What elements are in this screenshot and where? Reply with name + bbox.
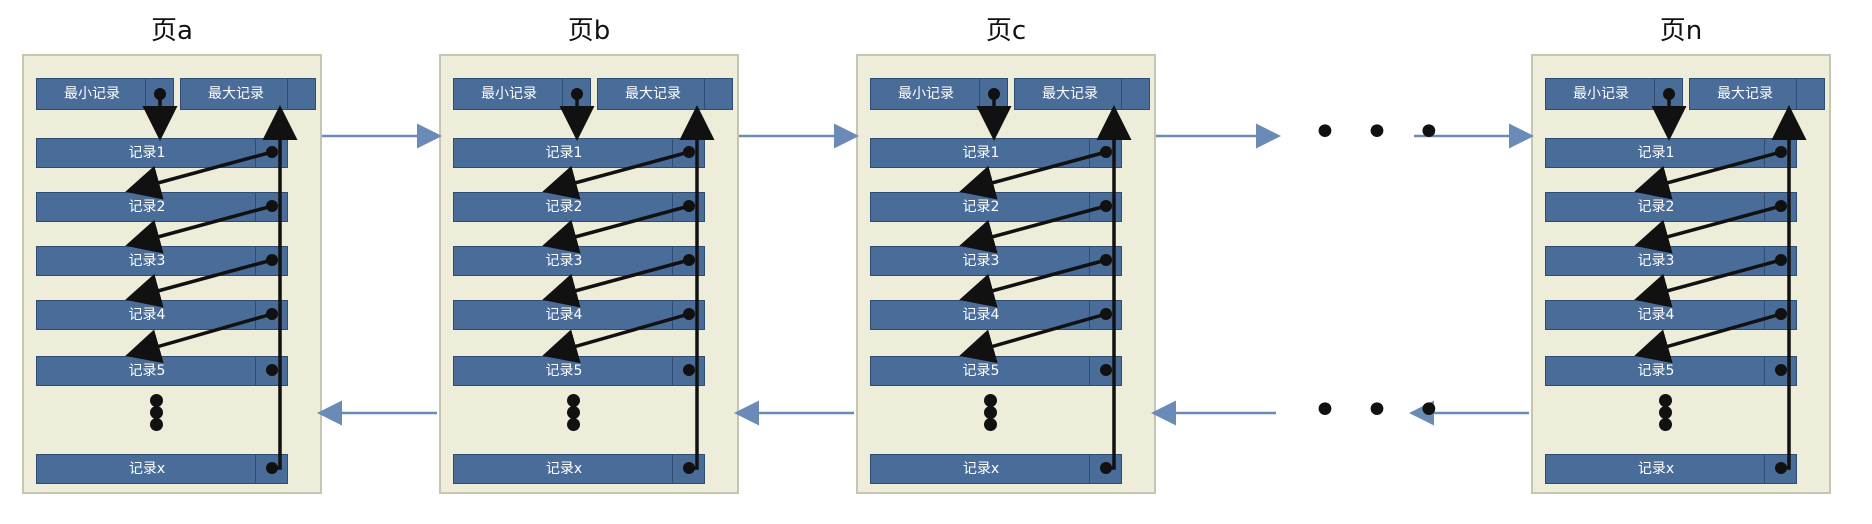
last-to-max-arrow — [1771, 105, 1807, 470]
connector-layer — [125, 88, 1807, 474]
last-to-max-arrow — [1096, 105, 1132, 470]
next-record-arrow — [1634, 204, 1782, 254]
last-to-max-arrow — [679, 105, 715, 470]
next-record-arrow — [959, 312, 1107, 364]
next-record-pointer-dot — [683, 364, 695, 376]
page-ellipsis: • • • — [1312, 107, 1448, 158]
next-record-arrow — [959, 150, 1107, 200]
next-record-arrow — [125, 258, 273, 308]
last-to-max-arrow — [262, 105, 298, 470]
next-record-arrow — [125, 312, 273, 364]
next-record-arrow — [542, 204, 690, 254]
next-record-arrow — [542, 258, 690, 308]
next-record-pointer-dot — [266, 364, 278, 376]
next-record-arrow — [1634, 258, 1782, 308]
next-record-arrow — [1634, 312, 1782, 364]
next-record-pointer-dot — [1100, 364, 1112, 376]
next-record-arrow — [542, 312, 690, 364]
page-ellipsis: • • • — [1312, 385, 1448, 436]
next-record-arrow — [125, 204, 273, 254]
next-record-arrow — [125, 150, 273, 200]
next-record-arrow — [959, 204, 1107, 254]
next-record-arrow — [1634, 150, 1782, 200]
next-record-arrow — [542, 150, 690, 200]
next-record-pointer-dot — [1775, 364, 1787, 376]
page-linked-list-diagram: 页a 最小记录 最大记录 记录1 记录2 记录3 记录4 记录5 记录x 页b 最小记录 最大记录 记录… — [0, 0, 1872, 524]
next-record-arrow — [959, 258, 1107, 308]
